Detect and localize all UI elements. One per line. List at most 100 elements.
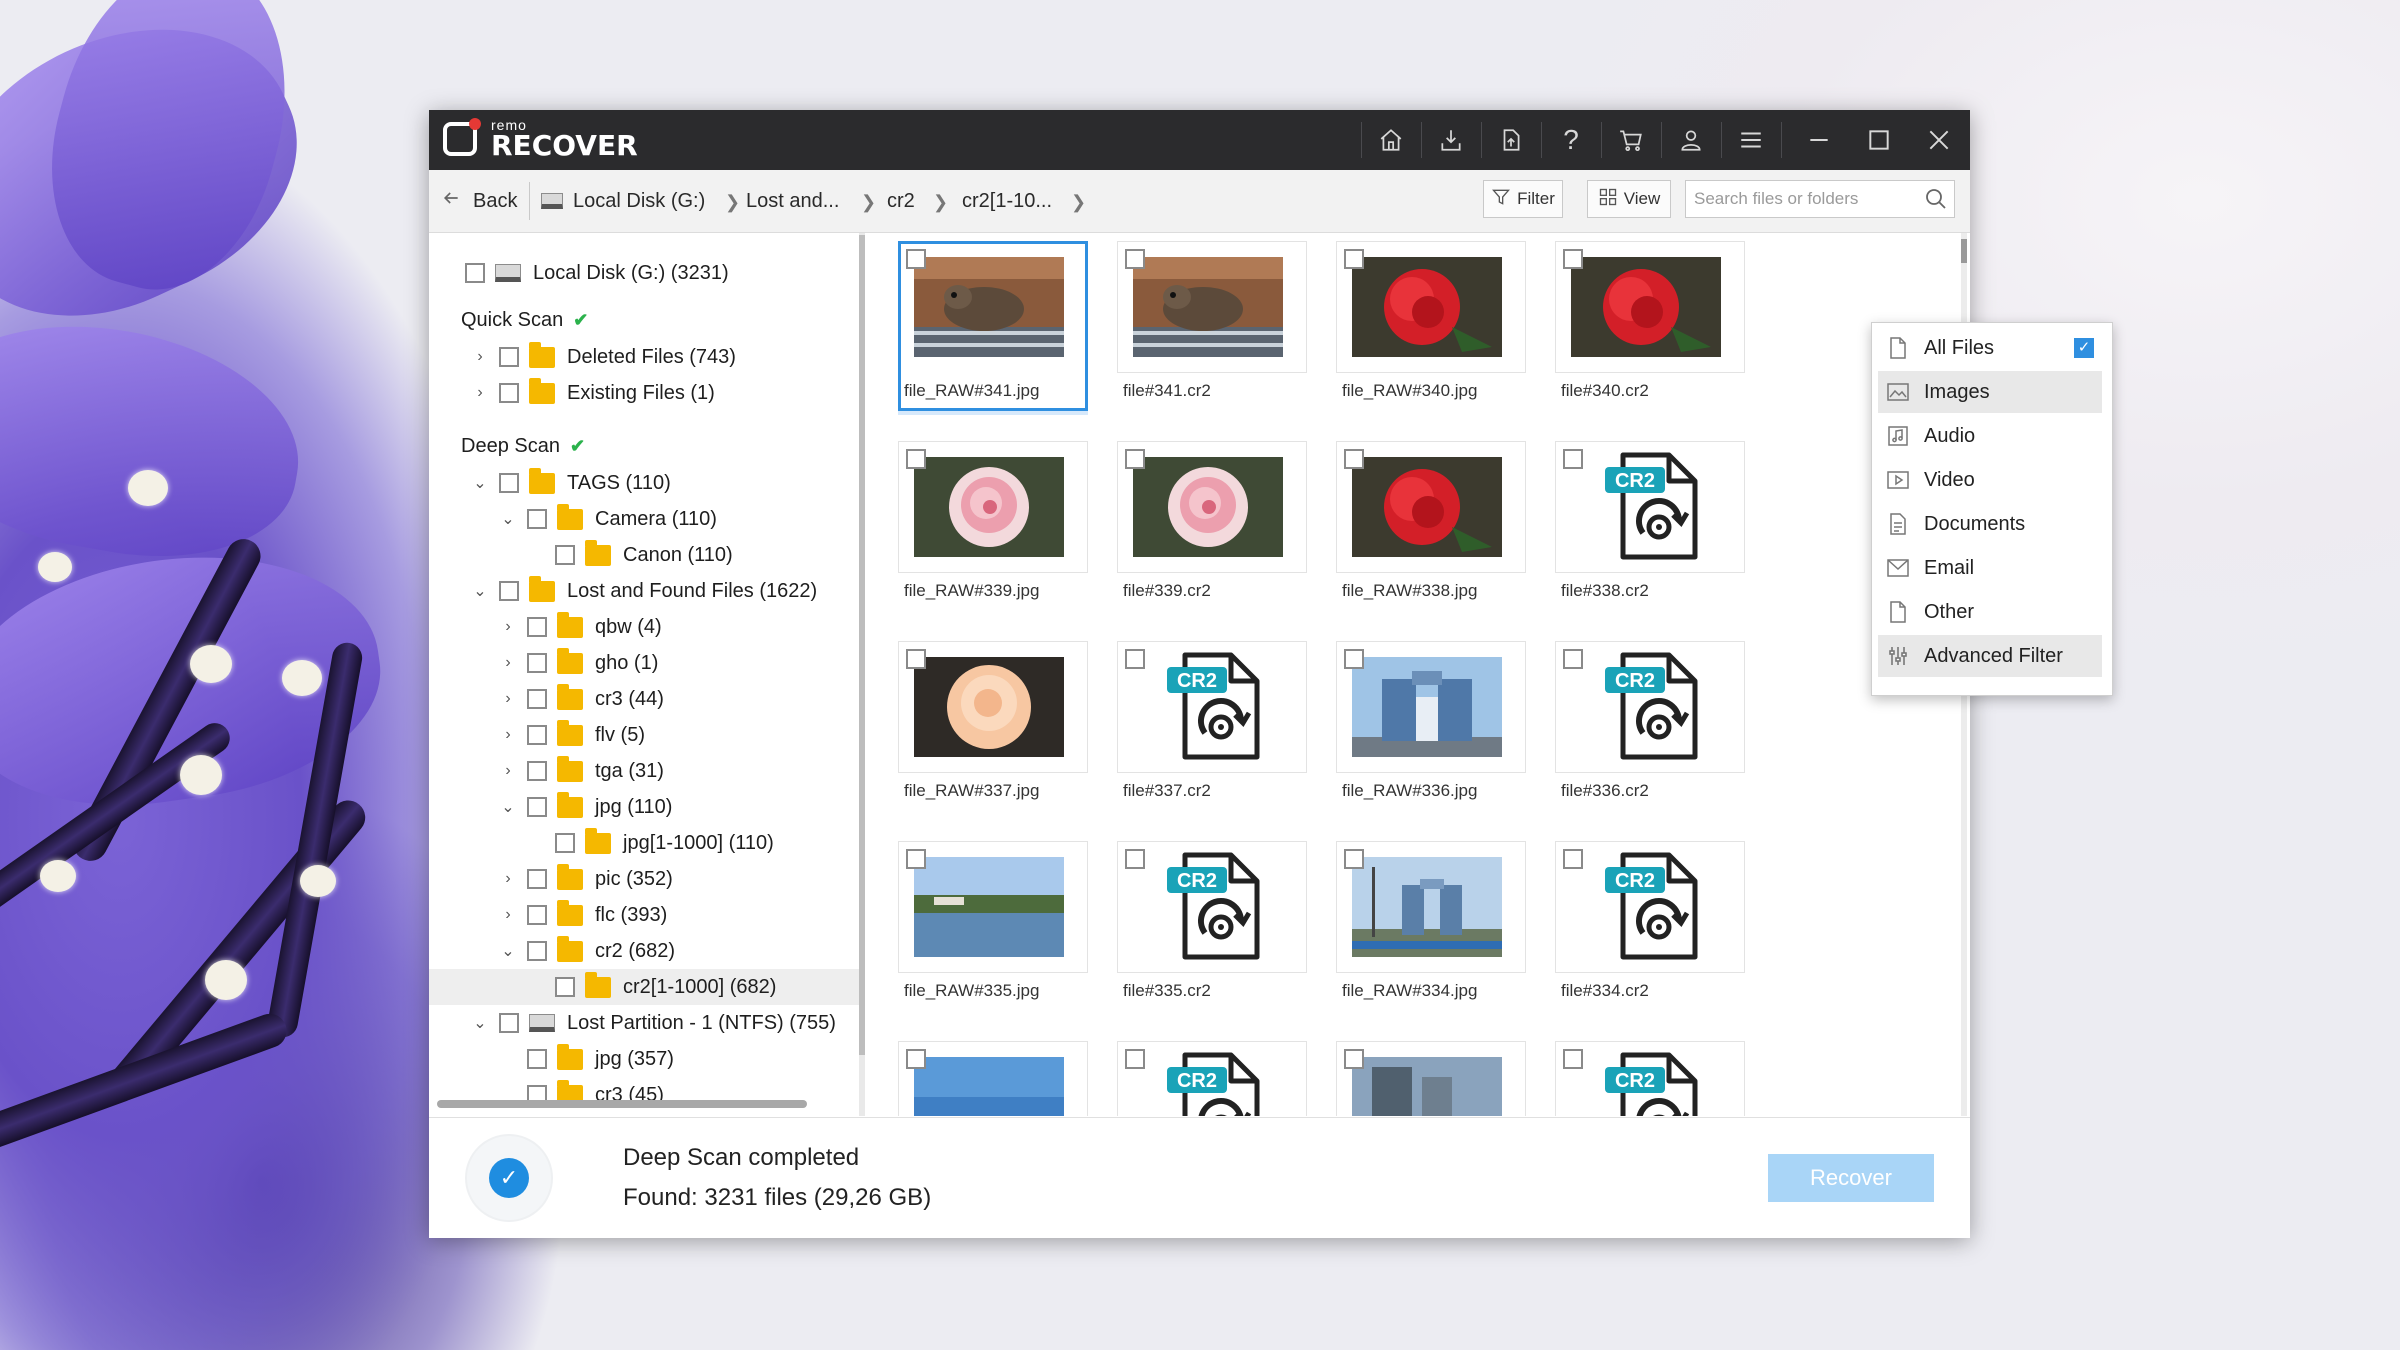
checkbox[interactable] — [555, 545, 575, 565]
tree-item-flv[interactable]: › flv (5) — [499, 717, 645, 753]
checkbox[interactable] — [555, 977, 575, 997]
checkbox[interactable] — [527, 761, 547, 781]
tree-item-jpg[interactable]: ⌄ jpg (110) — [499, 789, 672, 825]
file-checkbox[interactable] — [1125, 449, 1145, 469]
chevron-down-icon[interactable]: ⌄ — [471, 473, 489, 493]
file-tile[interactable]: file_RAW#334.jpg — [1336, 841, 1526, 1015]
checkbox[interactable] — [499, 581, 519, 601]
checkbox[interactable] — [527, 725, 547, 745]
checked-checkbox-icon[interactable]: ✓ — [2074, 338, 2094, 358]
checkbox[interactable] — [499, 347, 519, 367]
tree-item-gho[interactable]: › gho (1) — [499, 645, 658, 681]
filter-all-files[interactable]: All Files ✓ — [1878, 327, 2102, 369]
splitter[interactable] — [859, 233, 865, 1116]
file-checkbox[interactable] — [1125, 649, 1145, 669]
file-tile[interactable]: file#340.cr2 — [1555, 241, 1745, 415]
filter-email[interactable]: Email — [1878, 547, 2102, 589]
chevron-right-icon[interactable]: › — [471, 384, 489, 402]
export-icon[interactable] — [1481, 110, 1541, 170]
checkbox[interactable] — [527, 941, 547, 961]
search-input[interactable] — [1686, 181, 1916, 217]
file-tile[interactable]: file_RAW#339.jpg — [898, 441, 1088, 615]
tree-item-partition-jpg[interactable]: jpg (357) — [517, 1041, 674, 1077]
file-tile[interactable]: CR2 file#338.cr2 — [1555, 441, 1745, 615]
filter-advanced[interactable]: Advanced Filter — [1878, 635, 2102, 677]
checkbox[interactable] — [499, 1013, 519, 1033]
chevron-right-icon[interactable]: › — [499, 726, 517, 744]
tree-item-cr2-range[interactable]: cr2[1-1000] (682) — [429, 969, 859, 1005]
tree-item-lost-partition[interactable]: ⌄ Lost Partition - 1 (NTFS) (755) — [471, 1005, 836, 1041]
close-icon[interactable] — [1909, 110, 1969, 170]
file-tile[interactable]: file#339.cr2 — [1117, 441, 1307, 615]
tree-item-tags[interactable]: ⌄ TAGS (110) — [471, 465, 671, 501]
chevron-down-icon[interactable]: ⌄ — [499, 941, 517, 961]
search-icon[interactable] — [1924, 187, 1948, 216]
file-tile[interactable]: CR2 file#334.cr2 — [1555, 841, 1745, 1015]
file-tile[interactable]: CR2 file#337.cr2 — [1117, 641, 1307, 815]
breadcrumb-cr2[interactable]: cr2 — [887, 170, 915, 232]
file-checkbox[interactable] — [1563, 849, 1583, 869]
checkbox[interactable] — [527, 689, 547, 709]
file-tile[interactable]: file_RAW#336.jpg — [1336, 641, 1526, 815]
file-checkbox[interactable] — [1344, 449, 1364, 469]
file-tile[interactable] — [1336, 1041, 1526, 1116]
home-icon[interactable] — [1361, 110, 1421, 170]
tree-item-cr3[interactable]: › cr3 (44) — [499, 681, 664, 717]
horizontal-scrollbar[interactable] — [437, 1100, 807, 1108]
tree-item-pic[interactable]: › pic (352) — [499, 861, 673, 897]
chevron-right-icon[interactable]: › — [499, 906, 517, 924]
checkbox[interactable] — [555, 833, 575, 853]
tree-item-cr2[interactable]: ⌄ cr2 (682) — [499, 933, 675, 969]
filter-documents[interactable]: Documents — [1878, 503, 2102, 545]
chevron-down-icon[interactable]: ⌄ — [499, 797, 517, 817]
file-checkbox[interactable] — [906, 1049, 926, 1069]
tree-item-camera[interactable]: ⌄ Camera (110) — [499, 501, 717, 537]
checkbox[interactable] — [465, 263, 485, 283]
cart-icon[interactable] — [1601, 110, 1661, 170]
tree-root[interactable]: Local Disk (G:) (3231) — [455, 255, 729, 291]
breadcrumb-lost-and-found[interactable]: Lost and... — [746, 170, 839, 232]
chevron-right-icon[interactable]: › — [499, 762, 517, 780]
file-checkbox[interactable] — [1344, 849, 1364, 869]
recover-button[interactable]: Recover — [1768, 1154, 1934, 1202]
checkbox[interactable] — [527, 905, 547, 925]
chevron-right-icon[interactable]: › — [499, 618, 517, 636]
file-checkbox[interactable] — [906, 649, 926, 669]
chevron-right-icon[interactable]: › — [499, 870, 517, 888]
help-icon[interactable]: ? — [1541, 110, 1601, 170]
file-tile[interactable]: CR2 — [1555, 1041, 1745, 1116]
checkbox[interactable] — [527, 1049, 547, 1069]
tree-item-deleted-files[interactable]: › Deleted Files (743) — [471, 339, 736, 375]
chevron-right-icon[interactable]: › — [499, 690, 517, 708]
file-checkbox[interactable] — [1344, 1049, 1364, 1069]
tree-item-lost-and-found[interactable]: ⌄ Lost and Found Files (1622) — [471, 573, 817, 609]
tree-item-canon[interactable]: Canon (110) — [545, 537, 733, 573]
file-tile[interactable]: CR2 file#336.cr2 — [1555, 641, 1745, 815]
tree-item-qbw[interactable]: › qbw (4) — [499, 609, 662, 645]
import-icon[interactable] — [1421, 110, 1481, 170]
file-tile[interactable]: file_RAW#335.jpg — [898, 841, 1088, 1015]
file-checkbox[interactable] — [906, 849, 926, 869]
file-tile[interactable]: file_RAW#340.jpg — [1336, 241, 1526, 415]
file-checkbox[interactable] — [1125, 1049, 1145, 1069]
tree-item-tga[interactable]: › tga (31) — [499, 753, 664, 789]
checkbox[interactable] — [527, 869, 547, 889]
tree-item-flc[interactable]: › flc (393) — [499, 897, 667, 933]
checkbox[interactable] — [499, 383, 519, 403]
filter-button[interactable]: Filter — [1483, 180, 1563, 218]
chevron-right-icon[interactable]: › — [471, 348, 489, 366]
menu-icon[interactable] — [1721, 110, 1781, 170]
file-tile[interactable] — [898, 1041, 1088, 1116]
chevron-down-icon[interactable]: ⌄ — [471, 581, 489, 601]
file-tile[interactable]: CR2 file#335.cr2 — [1117, 841, 1307, 1015]
file-tile[interactable]: file_RAW#337.jpg — [898, 641, 1088, 815]
file-checkbox[interactable] — [1344, 649, 1364, 669]
file-checkbox[interactable] — [1125, 849, 1145, 869]
file-checkbox[interactable] — [1563, 1049, 1583, 1069]
back-button[interactable]: Back — [441, 170, 517, 232]
checkbox[interactable] — [527, 617, 547, 637]
tree-item-existing-files[interactable]: › Existing Files (1) — [471, 375, 715, 411]
file-tile[interactable]: file_RAW#341.jpg — [898, 241, 1088, 415]
checkbox[interactable] — [527, 509, 547, 529]
minimize-icon[interactable] — [1789, 110, 1849, 170]
